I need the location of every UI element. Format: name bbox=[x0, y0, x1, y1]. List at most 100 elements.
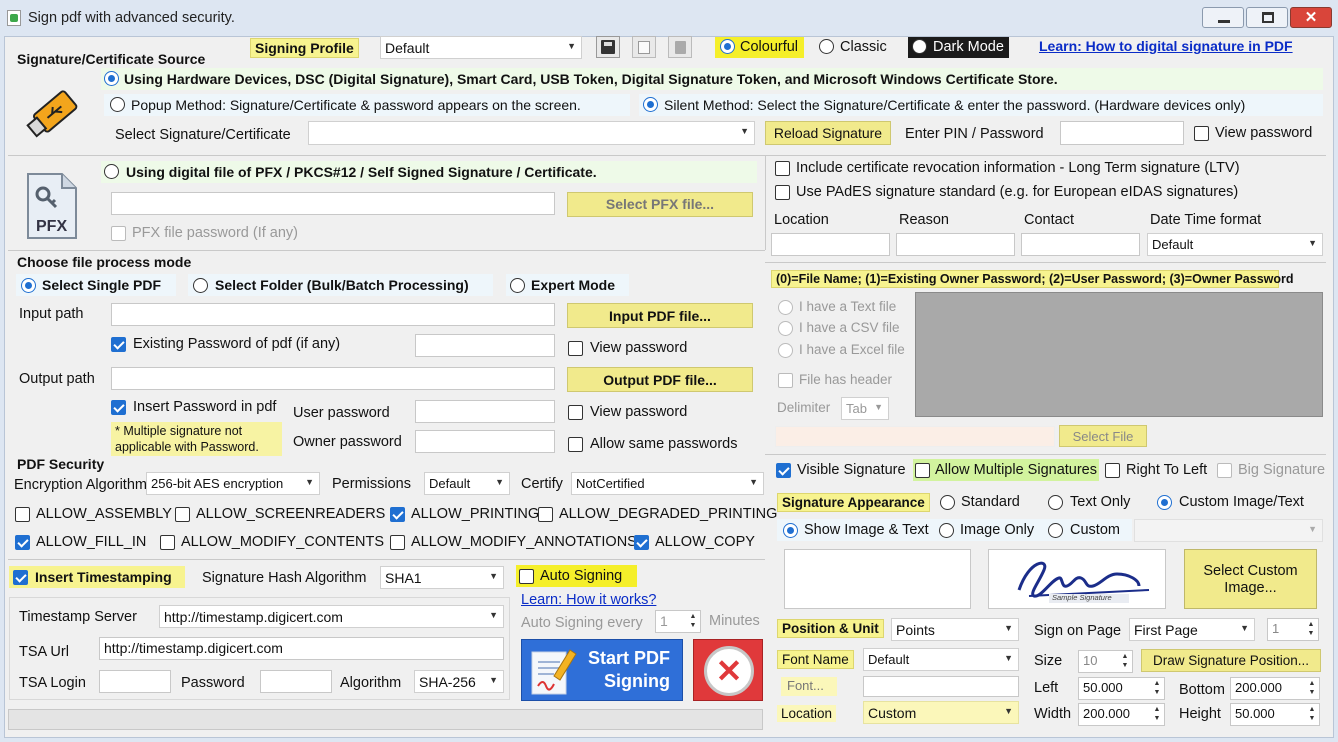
draw-position-button[interactable]: Draw Signature Position... bbox=[1141, 649, 1321, 672]
start-signing-button[interactable]: Start PDF Signing bbox=[521, 639, 683, 701]
font-button[interactable]: Font... bbox=[781, 677, 837, 696]
width-input[interactable]: 200.000 ▲ ▼ bbox=[1078, 703, 1165, 726]
standard-radio[interactable] bbox=[940, 495, 955, 510]
folder-radio[interactable] bbox=[193, 278, 208, 293]
pin-input[interactable] bbox=[1060, 121, 1184, 145]
learn-link[interactable]: Learn: How to digital signature in PDF bbox=[1039, 38, 1293, 54]
delimiter-select[interactable]: Tab ▼ bbox=[841, 397, 889, 420]
location-input[interactable] bbox=[771, 233, 890, 256]
location-select[interactable]: Custom ▼ bbox=[863, 701, 1019, 724]
select-pfx-button[interactable]: Select PFX file... bbox=[567, 192, 753, 217]
visible-signature-checkbox[interactable] bbox=[776, 463, 791, 478]
cancel-button[interactable]: ✕ bbox=[693, 639, 763, 701]
view-pin-checkbox[interactable] bbox=[1194, 126, 1209, 141]
allow-modify-annotations-checkbox[interactable] bbox=[390, 535, 405, 550]
spinner-icon[interactable]: ▲ ▼ bbox=[687, 612, 699, 631]
auto-signing-checkbox[interactable] bbox=[519, 569, 534, 584]
ltv-checkbox[interactable] bbox=[775, 161, 790, 176]
allow-printing-checkbox[interactable] bbox=[390, 507, 405, 522]
text-only-radio[interactable] bbox=[1048, 495, 1063, 510]
output-pdf-button[interactable]: Output PDF file... bbox=[567, 367, 753, 392]
image-only-radio[interactable] bbox=[939, 523, 954, 538]
allow-modify-contents-checkbox[interactable] bbox=[160, 535, 175, 550]
certificate-select[interactable]: ▼ bbox=[308, 121, 755, 145]
unit-select[interactable]: Points ▼ bbox=[891, 618, 1019, 641]
csv-file-radio[interactable] bbox=[778, 321, 793, 336]
bottom-input[interactable]: 200.000 ▲ ▼ bbox=[1230, 677, 1320, 700]
input-pdf-button[interactable]: Input PDF file... bbox=[567, 303, 753, 328]
show-image-text-radio[interactable] bbox=[783, 523, 798, 538]
custom-appearance-select[interactable]: ▼ bbox=[1134, 519, 1323, 542]
file-header-checkbox[interactable] bbox=[778, 373, 793, 388]
popup-radio[interactable] bbox=[110, 97, 125, 112]
left-input[interactable]: 50.000 ▲ ▼ bbox=[1078, 677, 1165, 700]
permissions-select[interactable]: Default ▼ bbox=[424, 472, 510, 495]
datetime-select[interactable]: Default ▼ bbox=[1147, 233, 1323, 256]
font-preview-input[interactable] bbox=[863, 676, 1019, 697]
allow-screenreaders-checkbox[interactable] bbox=[175, 507, 190, 522]
signing-profile-select[interactable]: Default ▼ bbox=[380, 36, 582, 59]
select-file-button[interactable]: Select File bbox=[1059, 425, 1147, 447]
custom-image-text-radio[interactable] bbox=[1157, 495, 1172, 510]
height-input[interactable]: 50.000 ▲ ▼ bbox=[1230, 703, 1320, 726]
reason-input[interactable] bbox=[896, 233, 1015, 256]
page-number-input[interactable]: 1 ▲ ▼ bbox=[1267, 618, 1319, 641]
existing-password-checkbox[interactable] bbox=[111, 337, 126, 352]
existing-password-input[interactable] bbox=[415, 334, 555, 357]
allow-same-passwords-checkbox[interactable] bbox=[568, 437, 583, 452]
signature-text-area[interactable] bbox=[784, 549, 971, 609]
hardware-radio[interactable] bbox=[104, 71, 119, 86]
maximize-button[interactable] bbox=[1246, 7, 1288, 28]
server-select[interactable]: http://timestamp.digicert.com ▼ bbox=[159, 605, 504, 628]
spinner-icon[interactable]: ▲ ▼ bbox=[1119, 652, 1131, 671]
classic-radio[interactable] bbox=[819, 39, 834, 54]
spinner-icon[interactable]: ▲ ▼ bbox=[1151, 705, 1163, 724]
allow-degraded-printing-checkbox[interactable] bbox=[538, 507, 553, 522]
spinner-icon[interactable]: ▲ ▼ bbox=[1305, 620, 1317, 639]
tsa-password-input[interactable] bbox=[260, 670, 332, 693]
spinner-icon[interactable]: ▲ ▼ bbox=[1306, 705, 1318, 724]
output-path-field[interactable] bbox=[111, 367, 555, 390]
pades-checkbox[interactable] bbox=[775, 185, 790, 200]
certify-select[interactable]: NotCertified ▼ bbox=[571, 472, 764, 495]
pfx-password-checkbox[interactable] bbox=[111, 226, 126, 241]
pfx-radio[interactable] bbox=[104, 164, 119, 179]
owner-password-input[interactable] bbox=[415, 430, 555, 453]
encryption-select[interactable]: 256-bit AES encryption ▼ bbox=[146, 472, 320, 495]
size-input[interactable]: 10 ▲ ▼ bbox=[1078, 650, 1133, 673]
auto-learn-link[interactable]: Learn: How it works? bbox=[521, 592, 656, 608]
excel-file-radio[interactable] bbox=[778, 343, 793, 358]
tsa-url-input[interactable]: http://timestamp.digicert.com bbox=[99, 637, 504, 660]
reload-signature-button[interactable]: Reload Signature bbox=[765, 121, 891, 145]
allow-fill-in-checkbox[interactable] bbox=[15, 535, 30, 550]
rtl-checkbox[interactable] bbox=[1105, 463, 1120, 478]
font-select[interactable]: Default ▼ bbox=[863, 648, 1019, 671]
allow-assembly-checkbox[interactable] bbox=[15, 507, 30, 522]
single-pdf-radio[interactable] bbox=[21, 278, 36, 293]
custom-radio[interactable] bbox=[1048, 523, 1063, 538]
save-profile-button[interactable] bbox=[596, 36, 620, 58]
timestamp-checkbox[interactable] bbox=[13, 570, 28, 585]
silent-radio[interactable] bbox=[643, 97, 658, 112]
user-password-input[interactable] bbox=[415, 400, 555, 423]
big-signature-checkbox[interactable] bbox=[1217, 463, 1232, 478]
multiple-signatures-checkbox[interactable] bbox=[915, 463, 930, 478]
spinner-icon[interactable]: ▲ ▼ bbox=[1306, 679, 1318, 698]
auto-interval-input[interactable]: 1 ▲ ▼ bbox=[655, 610, 701, 633]
minimize-button[interactable] bbox=[1202, 7, 1244, 28]
text-file-radio[interactable] bbox=[778, 300, 793, 315]
spinner-icon[interactable]: ▲ ▼ bbox=[1151, 679, 1163, 698]
view-user-password-checkbox[interactable] bbox=[568, 405, 583, 420]
close-button[interactable]: ✕ bbox=[1290, 7, 1332, 28]
allow-copy-checkbox[interactable] bbox=[634, 535, 649, 550]
contact-input[interactable] bbox=[1021, 233, 1140, 256]
edit-profile-button[interactable] bbox=[632, 36, 656, 58]
insert-password-checkbox[interactable] bbox=[111, 400, 126, 415]
input-path-field[interactable] bbox=[111, 303, 555, 326]
colourful-radio[interactable] bbox=[720, 39, 735, 54]
expert-radio[interactable] bbox=[510, 278, 525, 293]
select-custom-image-button[interactable]: Select Custom Image... bbox=[1184, 549, 1317, 609]
view-existing-password-checkbox[interactable] bbox=[568, 341, 583, 356]
dark-mode-radio[interactable] bbox=[912, 39, 927, 54]
hash-select[interactable]: SHA1 ▼ bbox=[380, 566, 504, 589]
